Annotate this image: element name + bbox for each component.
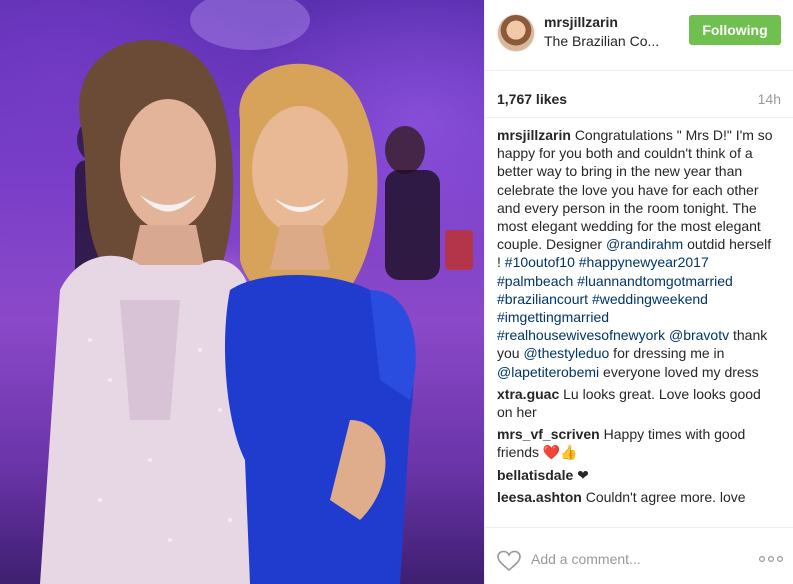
comment-author[interactable]: xtra.guac (497, 386, 559, 402)
post-header: mrsjillzarin The Brazilian Co... Followi… (485, 0, 793, 71)
hashtag-link[interactable]: #happynewyear2017 (579, 254, 709, 270)
more-options-icon[interactable] (758, 552, 784, 566)
mention-link[interactable]: @thestyleduo (523, 345, 609, 361)
caption: mrsjillzarin Congratulations " Mrs D!" I… (485, 126, 793, 381)
post-photo[interactable] (0, 0, 484, 584)
comments-list: mrsjillzarin Congratulations " Mrs D!" I… (485, 117, 793, 527)
mention-link[interactable]: @randirahm (606, 236, 683, 252)
avatar[interactable] (497, 14, 535, 52)
comment-item: xtra.guac Lu looks great. Love looks goo… (485, 385, 793, 421)
caption-author[interactable]: mrsjillzarin (497, 127, 571, 143)
hashtag-link[interactable]: #weddingweekend (592, 291, 708, 307)
comment-footer (485, 527, 793, 584)
photo-illustration (40, 0, 473, 584)
header-username[interactable]: mrsjillzarin (544, 14, 618, 30)
hashtag-link[interactable]: #braziliancourt (497, 291, 588, 307)
caption-text: everyone loved my dress (599, 363, 759, 380)
post-time[interactable]: 14h (758, 91, 781, 107)
comment-text: ❤ (577, 466, 589, 483)
hashtag-link[interactable]: #imgettingmarried (497, 309, 609, 325)
hashtag-link[interactable]: #luannandtomgotmarried (577, 273, 733, 289)
hashtag-link[interactable]: #realhousewivesofnewyork (497, 327, 665, 343)
following-button[interactable]: Following (689, 15, 781, 45)
comment-author[interactable]: bellatisdale (497, 467, 573, 483)
comment-item: mrs_vf_scriven Happy times with good fri… (485, 425, 793, 461)
comment-author[interactable]: leesa.ashton (497, 489, 582, 505)
mention-link[interactable]: @lapetiterobemi (497, 364, 599, 380)
post-side-panel: mrsjillzarin The Brazilian Co... Followi… (484, 0, 793, 584)
hashtag-link[interactable]: #10outof10 (505, 254, 575, 270)
comment-item: leesa.ashton Couldn't agree more. love (485, 488, 793, 506)
comment-author[interactable]: mrs_vf_scriven (497, 426, 600, 442)
comment-item: bellatisdale ❤ (485, 466, 793, 484)
add-comment-input[interactable] (531, 548, 731, 570)
hashtag-link[interactable]: #palmbeach (497, 273, 573, 289)
heart-outline-icon[interactable] (497, 550, 521, 572)
header-location[interactable]: The Brazilian Co... (544, 33, 664, 49)
caption-text: Congratulations " Mrs D!" I'm so happy f… (497, 127, 773, 253)
caption-text: for dressing me in (609, 345, 725, 362)
heart-thumbs-emoji: ❤️👍 (542, 444, 578, 461)
comment-text: Couldn't agree more. love (585, 488, 746, 505)
likes-count[interactable]: 1,767 likes (497, 91, 567, 107)
mention-link[interactable]: @bravotv (669, 327, 729, 343)
